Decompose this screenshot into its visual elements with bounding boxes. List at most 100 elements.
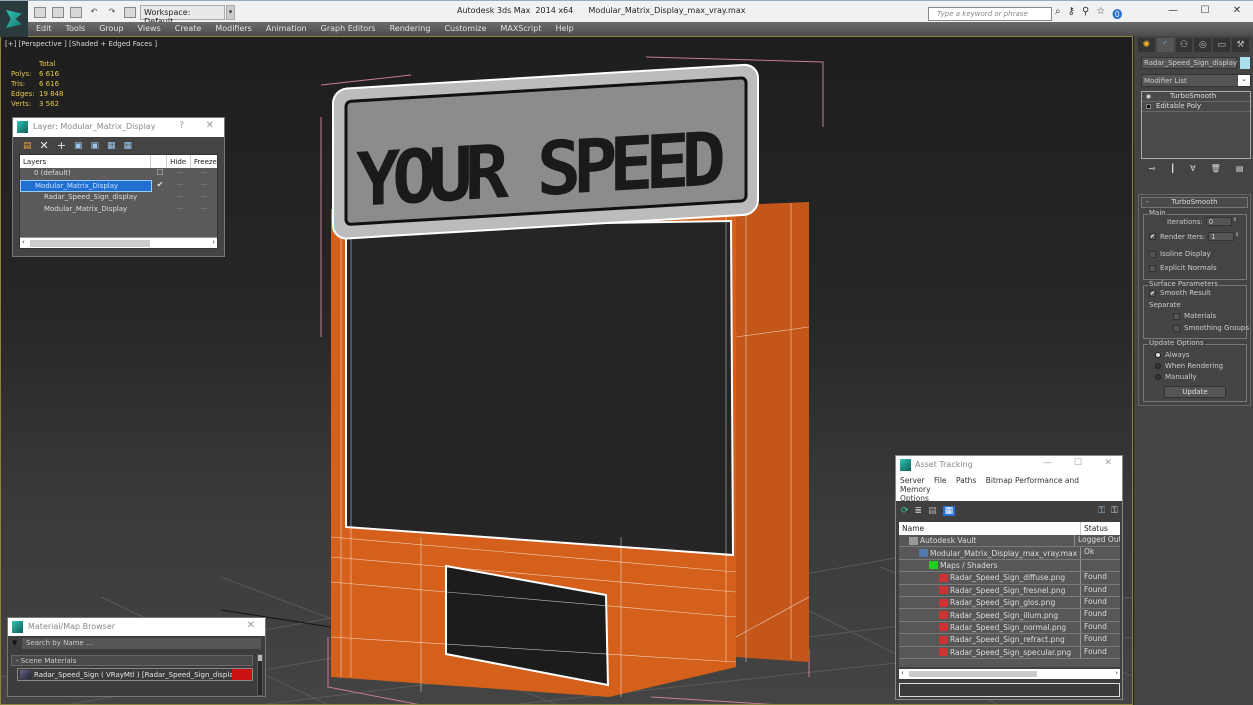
object-color-swatch[interactable] <box>1240 57 1250 69</box>
asset-name-cell[interactable]: Maps / Shaders <box>899 559 1081 572</box>
menu-graph-editors[interactable]: Graph Editors <box>321 22 384 36</box>
render-iters-spinner[interactable]: 1 <box>1208 232 1235 241</box>
smooth-result-checkbox[interactable]: ✔ <box>1149 289 1156 297</box>
asset-name-cell[interactable]: Radar_Speed_Sign_fresnel.png <box>899 584 1081 596</box>
layer-object-name[interactable]: Radar_Speed_Sign_display <box>20 192 152 204</box>
horizontal-scrollbar[interactable]: ‹ › <box>20 237 217 248</box>
close-button[interactable]: ✕ <box>247 620 255 631</box>
remove-modifier-icon[interactable]: 🗑 <box>1211 164 1221 178</box>
render-iters-checkbox[interactable]: ✔ <box>1149 233 1156 240</box>
layer-freeze-toggle[interactable]: — <box>192 180 216 192</box>
asset-row[interactable]: Radar_Speed_Sign_refract.png Found <box>899 634 1120 647</box>
scroll-left-icon[interactable]: ‹ <box>22 238 25 246</box>
asset-name-cell[interactable]: Radar_Speed_Sign_specular.png <box>899 646 1081 658</box>
workspace-dropdown-arrow[interactable]: ▾ <box>226 5 235 20</box>
col-current[interactable] <box>151 155 168 168</box>
asset-path-field[interactable] <box>899 683 1120 697</box>
material-browser-titlebar[interactable]: Material/Map Browser ✕ <box>8 618 265 636</box>
stack-item-turbosmooth[interactable]: TurboSmooth <box>1142 92 1250 102</box>
always-radio[interactable] <box>1155 352 1161 358</box>
menu-customize[interactable]: Customize <box>444 22 494 36</box>
hierarchy-tab-icon[interactable]: ⚇ <box>1175 38 1193 52</box>
asset-name-cell[interactable]: Modular_Matrix_Display_max_vray.max <box>899 547 1081 559</box>
close-button[interactable]: ✕ <box>1104 458 1112 468</box>
asset-row[interactable]: Radar_Speed_Sign_normal.png Found <box>899 621 1120 635</box>
satellite-icon[interactable]: ⚲ <box>1082 6 1089 21</box>
asset-row[interactable]: Radar_Speed_Sign_glos.png Found <box>899 596 1120 610</box>
layer-row[interactable]: 0 (default) ☐ — — <box>20 168 217 180</box>
scroll-right-icon[interactable]: › <box>1115 669 1118 677</box>
layer-freeze-toggle[interactable]: — <box>192 192 216 204</box>
asset-name-cell[interactable]: Radar_Speed_Sign_refract.png <box>899 634 1081 646</box>
asset-row[interactable]: Radar_Speed_Sign_fresnel.png Found <box>899 584 1120 597</box>
menu-paths[interactable]: Paths <box>956 476 976 485</box>
asset-name-cell[interactable]: Radar_Speed_Sign_normal.png <box>899 621 1081 634</box>
layer-hide-toggle[interactable]: — <box>168 180 192 192</box>
display-tab-icon[interactable]: ▭ <box>1213 38 1231 52</box>
material-search-input[interactable]: Search by Name ... <box>22 638 261 649</box>
star-icon[interactable]: ☆ <box>1096 6 1105 21</box>
smoothing-groups-checkbox[interactable] <box>1173 324 1180 332</box>
scene-materials-group[interactable]: - Scene Materials <box>11 655 253 666</box>
vault-options-icon[interactable]: ⚿ <box>1111 506 1118 516</box>
table-view-icon[interactable]: ▤ <box>928 506 937 516</box>
when-rendering-radio[interactable] <box>1155 363 1161 369</box>
stack-item-editable-poly[interactable]: Editable Poly <box>1142 102 1250 112</box>
isoline-checkbox[interactable] <box>1149 250 1156 258</box>
col-hide[interactable]: Hide <box>167 155 192 168</box>
undo-icon[interactable]: ↶ <box>88 7 100 18</box>
menu-create[interactable]: Create <box>175 22 210 36</box>
modifier-list-dropdown[interactable]: Modifier List ⌄ <box>1141 74 1251 87</box>
minimize-button[interactable]: — <box>1043 458 1052 468</box>
asset-row[interactable]: Autodesk Vault Logged Out <box>899 535 1120 548</box>
binoculars-icon[interactable]: ⌕ <box>1055 6 1061 21</box>
freeze-all-icon[interactable]: ▦ <box>124 141 133 151</box>
add-icon[interactable]: + <box>57 139 66 152</box>
col-name[interactable]: Name <box>899 522 1081 535</box>
asset-name-cell[interactable]: Radar_Speed_Sign_diffuse.png <box>899 572 1081 584</box>
asset-name-cell[interactable]: Radar_Speed_Sign_illum.png <box>899 609 1081 621</box>
scroll-left-icon[interactable]: ‹ <box>901 669 904 677</box>
scrollbar-thumb[interactable] <box>30 240 150 247</box>
key-icon[interactable]: ⚷ <box>1068 6 1075 21</box>
asset-name-cell[interactable]: Autodesk Vault <box>899 535 1076 547</box>
asset-tracking-titlebar[interactable]: Asset Tracking — ☐ ✕ <box>896 456 1122 474</box>
spinner-arrows-icon[interactable]: ⇕ <box>1233 217 1239 226</box>
layer-freeze-toggle[interactable]: — <box>192 168 216 180</box>
infocenter-search-input[interactable]: Type a keyword or phrase <box>928 7 1052 21</box>
manually-radio[interactable] <box>1155 374 1161 380</box>
browser-options-icon[interactable]: ▼ <box>12 639 17 647</box>
viewport-label[interactable]: [+] [Perspective ] [Shaded + Edged Faces… <box>5 40 157 48</box>
menu-maxscript[interactable]: MAXScript <box>500 22 549 36</box>
spinner-arrows-icon[interactable]: ⇕ <box>1235 232 1241 241</box>
layer-current-checkbox[interactable] <box>152 204 168 216</box>
layer-object-name[interactable]: Modular_Matrix_Display <box>20 204 152 216</box>
refresh-icon[interactable]: ⟳ <box>901 506 909 516</box>
hide-all-icon[interactable]: ▦ <box>107 141 116 151</box>
maximize-button[interactable]: ☐ <box>1189 3 1221 20</box>
menu-group[interactable]: Group <box>99 22 131 36</box>
menu-edit[interactable]: Edit <box>36 22 60 36</box>
help-icon[interactable]: ⓿ <box>1112 6 1122 21</box>
pin-stack-icon[interactable]: ⊸ <box>1149 164 1156 178</box>
asset-row[interactable]: Radar_Speed_Sign_illum.png Found <box>899 609 1120 622</box>
layer-row[interactable]: Modular_Matrix_Display — — <box>20 204 217 216</box>
new-icon[interactable] <box>34 7 46 18</box>
layer-hide-toggle[interactable]: — <box>168 204 192 216</box>
layer-hide-toggle[interactable]: — <box>168 192 192 204</box>
save-icon[interactable] <box>70 7 82 18</box>
list-view-icon[interactable]: ≣ <box>915 506 923 516</box>
scroll-right-icon[interactable]: › <box>212 238 215 246</box>
layer-name[interactable]: Modular_Matrix_Display <box>20 180 152 192</box>
make-unique-icon[interactable]: ∀ <box>1190 164 1195 178</box>
horizontal-scrollbar[interactable]: ‹ › <box>899 669 1120 679</box>
show-end-result-icon[interactable]: ┃ <box>1170 164 1175 178</box>
create-tab-icon[interactable]: ✺ <box>1138 38 1155 52</box>
iterations-spinner[interactable]: 0 <box>1205 217 1232 226</box>
redo-icon[interactable]: ↷ <box>106 7 118 18</box>
project-icon[interactable] <box>124 7 136 18</box>
layer-hide-toggle[interactable]: — <box>168 168 192 180</box>
workspace-select[interactable]: Workspace: Default <box>140 5 225 26</box>
layer-current-checkbox[interactable] <box>152 192 168 204</box>
update-button[interactable]: Update <box>1164 386 1226 398</box>
